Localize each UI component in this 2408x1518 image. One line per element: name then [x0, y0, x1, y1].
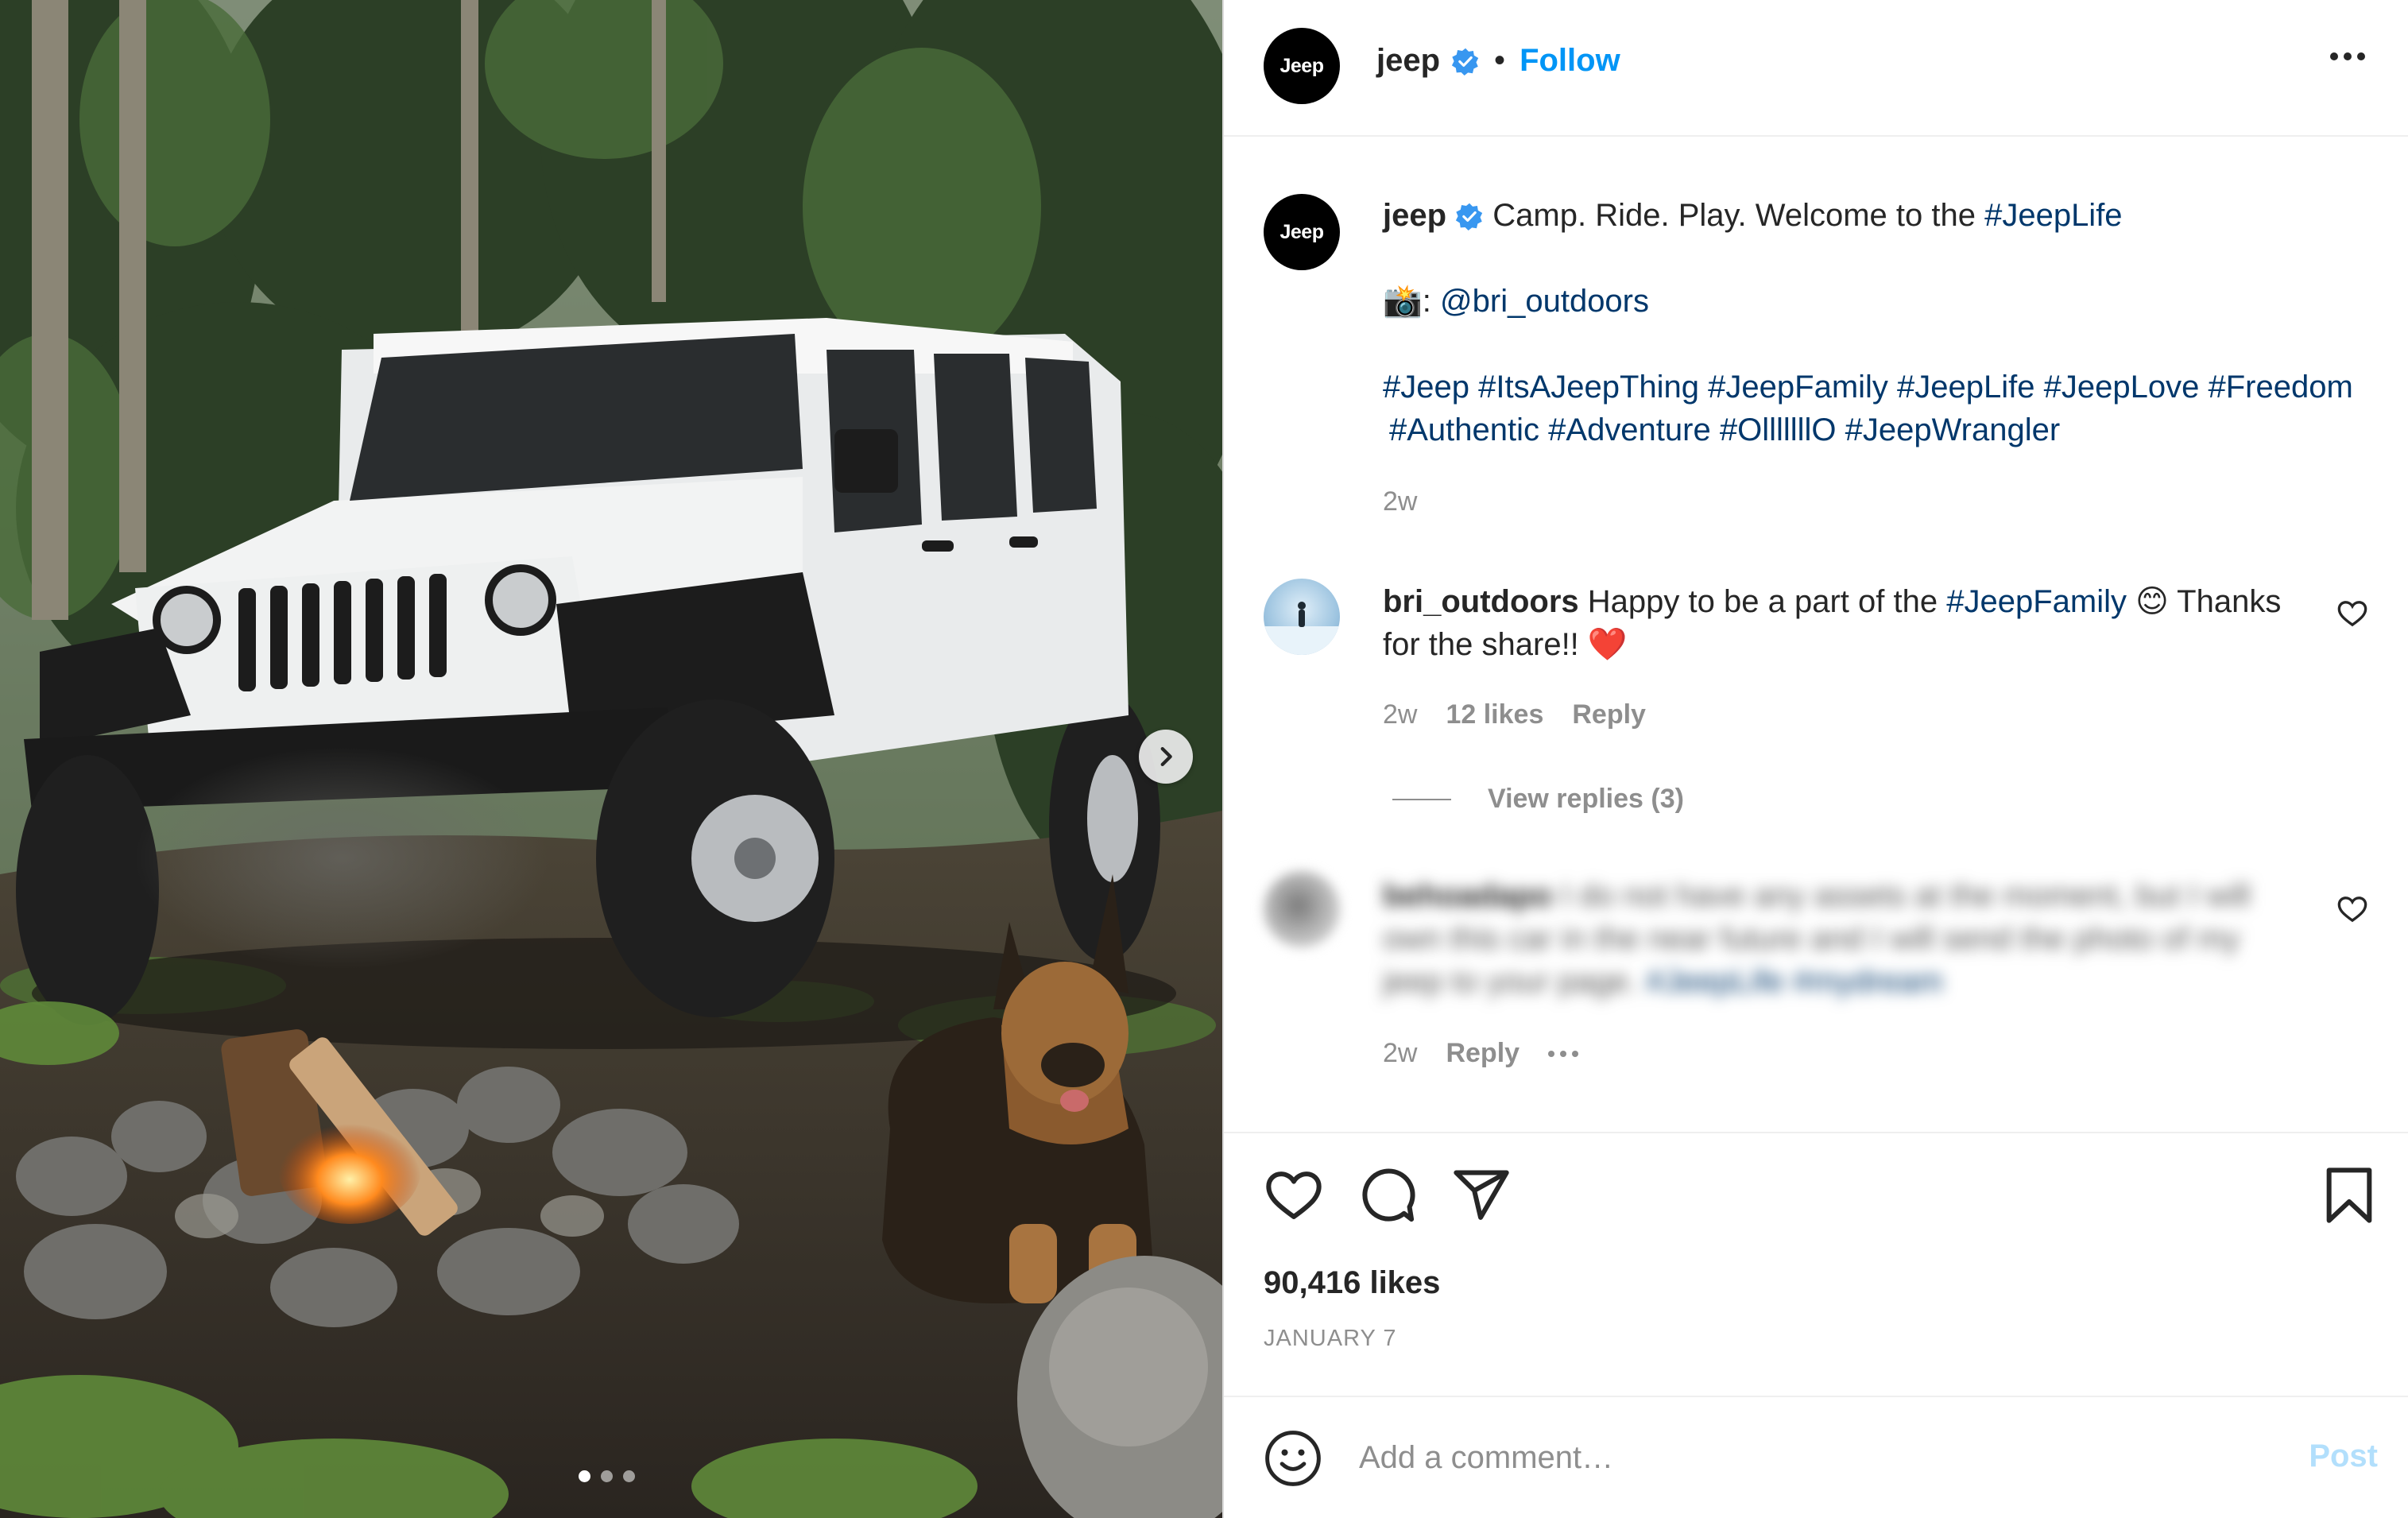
follow-button[interactable]: Follow — [1520, 43, 1620, 79]
comment-likes[interactable]: 12 likes — [1446, 699, 1543, 730]
post-side-panel: Jeep jeep • Follow Jeep jeep Camp. Ride.… — [1222, 0, 2408, 1518]
slide-dot-active — [579, 1470, 590, 1482]
credit-mention-link[interactable]: @bri_outdoors — [1440, 284, 1649, 319]
bookmark-icon[interactable] — [2319, 1165, 2379, 1226]
more-dot — [1572, 1050, 1579, 1057]
post-date[interactable]: JANUARY 7 — [1264, 1326, 1397, 1352]
post-header: Jeep jeep • Follow — [1224, 0, 2408, 137]
caption-body: Camp. Ride. Play. Welcome to the — [1492, 198, 1985, 233]
blurred-comment-text: behoadapo I do not have any assets at th… — [1383, 874, 2289, 1003]
verified-badge-icon — [1451, 48, 1479, 76]
paper-plane-icon[interactable] — [1451, 1165, 1512, 1226]
comment-options-button[interactable] — [1548, 1050, 1579, 1057]
camera-emoji: 📸: — [1383, 284, 1441, 319]
verified-badge-icon — [1456, 203, 1483, 230]
comment-hashtag[interactable]: #JeepFamily — [1946, 584, 2127, 619]
actions-divider — [1224, 1132, 2408, 1133]
caption-avatar-logo-text: Jeep — [1279, 220, 1324, 243]
slide-dot — [623, 1470, 635, 1482]
view-replies-button[interactable]: View replies (3) — [1392, 784, 1684, 815]
comment-icon[interactable] — [1357, 1165, 1418, 1226]
comment-meta: 2w 12 likes Reply — [1383, 699, 1646, 730]
view-replies-line — [1392, 798, 1451, 800]
comment-username[interactable]: bri_outdoors — [1383, 584, 1579, 619]
comment-input[interactable] — [1359, 1434, 2217, 1481]
caption-avatar[interactable]: Jeep — [1264, 194, 1340, 270]
caption-line-1: jeep Camp. Ride. Play. Welcome to the #J… — [1383, 194, 2384, 237]
person-silhouette-icon — [1264, 602, 1340, 655]
commenter-avatar[interactable] — [1264, 579, 1340, 655]
more-dot — [1560, 1050, 1567, 1057]
avatar-logo-text: Jeep — [1279, 54, 1324, 77]
blurred-comment-time[interactable]: 2w — [1383, 1038, 1417, 1069]
slide-indicator — [579, 1470, 635, 1482]
blurred-commenter-avatar[interactable] — [1264, 871, 1340, 947]
jeep-campfire-photo — [0, 0, 1222, 1518]
blurred-comment-tags[interactable]: #JeepLife #mydream — [1646, 964, 1943, 999]
caption-credit-line: 📸: @bri_outdoors — [1383, 280, 2384, 323]
slide-dot — [601, 1470, 613, 1482]
caption-hashtag[interactable]: #JeepLife — [1984, 198, 2122, 233]
blurred-comment-username[interactable]: behoadapo — [1383, 878, 1552, 913]
more-dot — [2357, 52, 2365, 60]
more-dot — [2344, 52, 2352, 60]
more-options-button[interactable] — [2330, 52, 2365, 60]
like-comment-heart-icon[interactable] — [2336, 598, 2368, 629]
add-comment-bar: Post — [1224, 1396, 2408, 1518]
post-comment-button[interactable]: Post — [2309, 1439, 2378, 1474]
caption-text: jeep Camp. Ride. Play. Welcome to the #J… — [1383, 194, 2384, 451]
more-horizontal-icon — [2330, 52, 2338, 60]
avatar[interactable]: Jeep — [1264, 28, 1340, 104]
comment-body-start: Happy to be a part of the — [1587, 584, 1947, 619]
header-separator: • — [1494, 43, 1506, 78]
like-comment-heart-icon[interactable] — [2336, 893, 2368, 925]
heart-icon[interactable] — [1264, 1165, 1324, 1226]
blurred-comment-reply-button[interactable]: Reply — [1446, 1038, 1520, 1069]
chevron-right-icon — [1160, 746, 1172, 767]
comment-text: bri_outdoors Happy to be a part of the #… — [1383, 580, 2289, 666]
more-horizontal-icon — [1548, 1050, 1555, 1057]
caption-hashtags: #Jeep #ItsAJeepThing #JeepFamily #JeepLi… — [1383, 366, 2384, 451]
caption-username[interactable]: jeep — [1383, 198, 1446, 233]
comment-time[interactable]: 2w — [1383, 699, 1417, 730]
header-username[interactable]: jeep — [1376, 43, 1440, 79]
hashtags-line-1[interactable]: #Jeep #ItsAJeepThing #JeepFamily #JeepLi… — [1383, 366, 2384, 409]
next-slide-button[interactable] — [1139, 730, 1193, 784]
smiley-icon[interactable] — [1264, 1429, 1322, 1488]
view-replies-label: View replies (3) — [1488, 784, 1684, 814]
hashtags-line-2[interactable]: #Authentic #Adventure #OlllllllO #JeepWr… — [1383, 409, 2384, 451]
caption-timestamp[interactable]: 2w — [1383, 486, 1417, 517]
post-photo[interactable] — [0, 0, 1222, 1518]
blurred-comment-meta: 2w Reply — [1383, 1038, 1579, 1069]
likes-count[interactable]: 90,416 likes — [1264, 1265, 1440, 1301]
comment-reply-button[interactable]: Reply — [1572, 699, 1646, 730]
header-user-line: jeep • Follow — [1376, 43, 1620, 79]
